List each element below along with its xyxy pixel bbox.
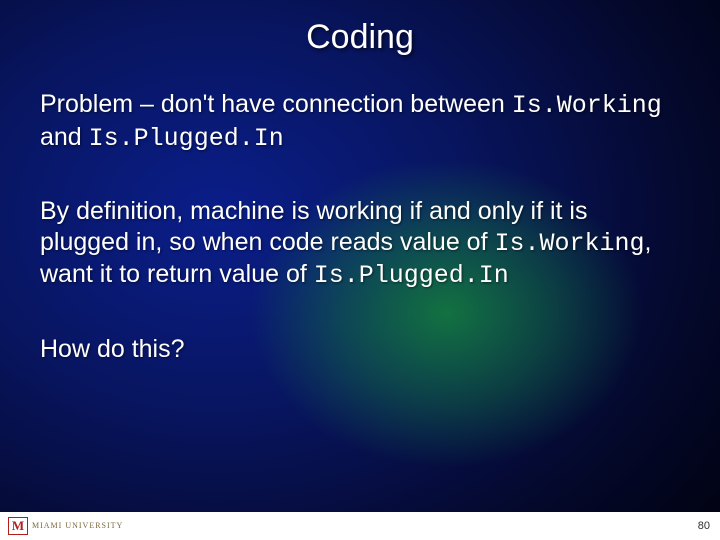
university-logo: M MIAMI UNIVERSITY (8, 517, 123, 535)
paragraph-1: Problem – don't have connection between … (40, 89, 680, 154)
code-ispluggedin: Is.Plugged.In (89, 124, 284, 153)
code-ispluggedin: Is.Plugged.In (314, 261, 509, 290)
paragraph-2: By definition, machine is working if and… (40, 196, 680, 292)
slide-title: Coding (40, 18, 680, 57)
code-isworking: Is.Working (494, 229, 644, 258)
logo-mark-icon: M (8, 517, 28, 535)
logo-text: MIAMI UNIVERSITY (32, 522, 123, 530)
slide-body: Problem – don't have connection between … (40, 89, 680, 364)
page-number: 80 (698, 520, 710, 532)
code-isworking: Is.Working (512, 91, 662, 120)
slide: Coding Problem – don't have connection b… (0, 0, 720, 540)
text: Problem – don't have connection between (40, 90, 512, 118)
paragraph-3: How do this? (40, 334, 680, 365)
text: and (40, 123, 89, 151)
footer: M MIAMI UNIVERSITY 80 (0, 512, 720, 540)
